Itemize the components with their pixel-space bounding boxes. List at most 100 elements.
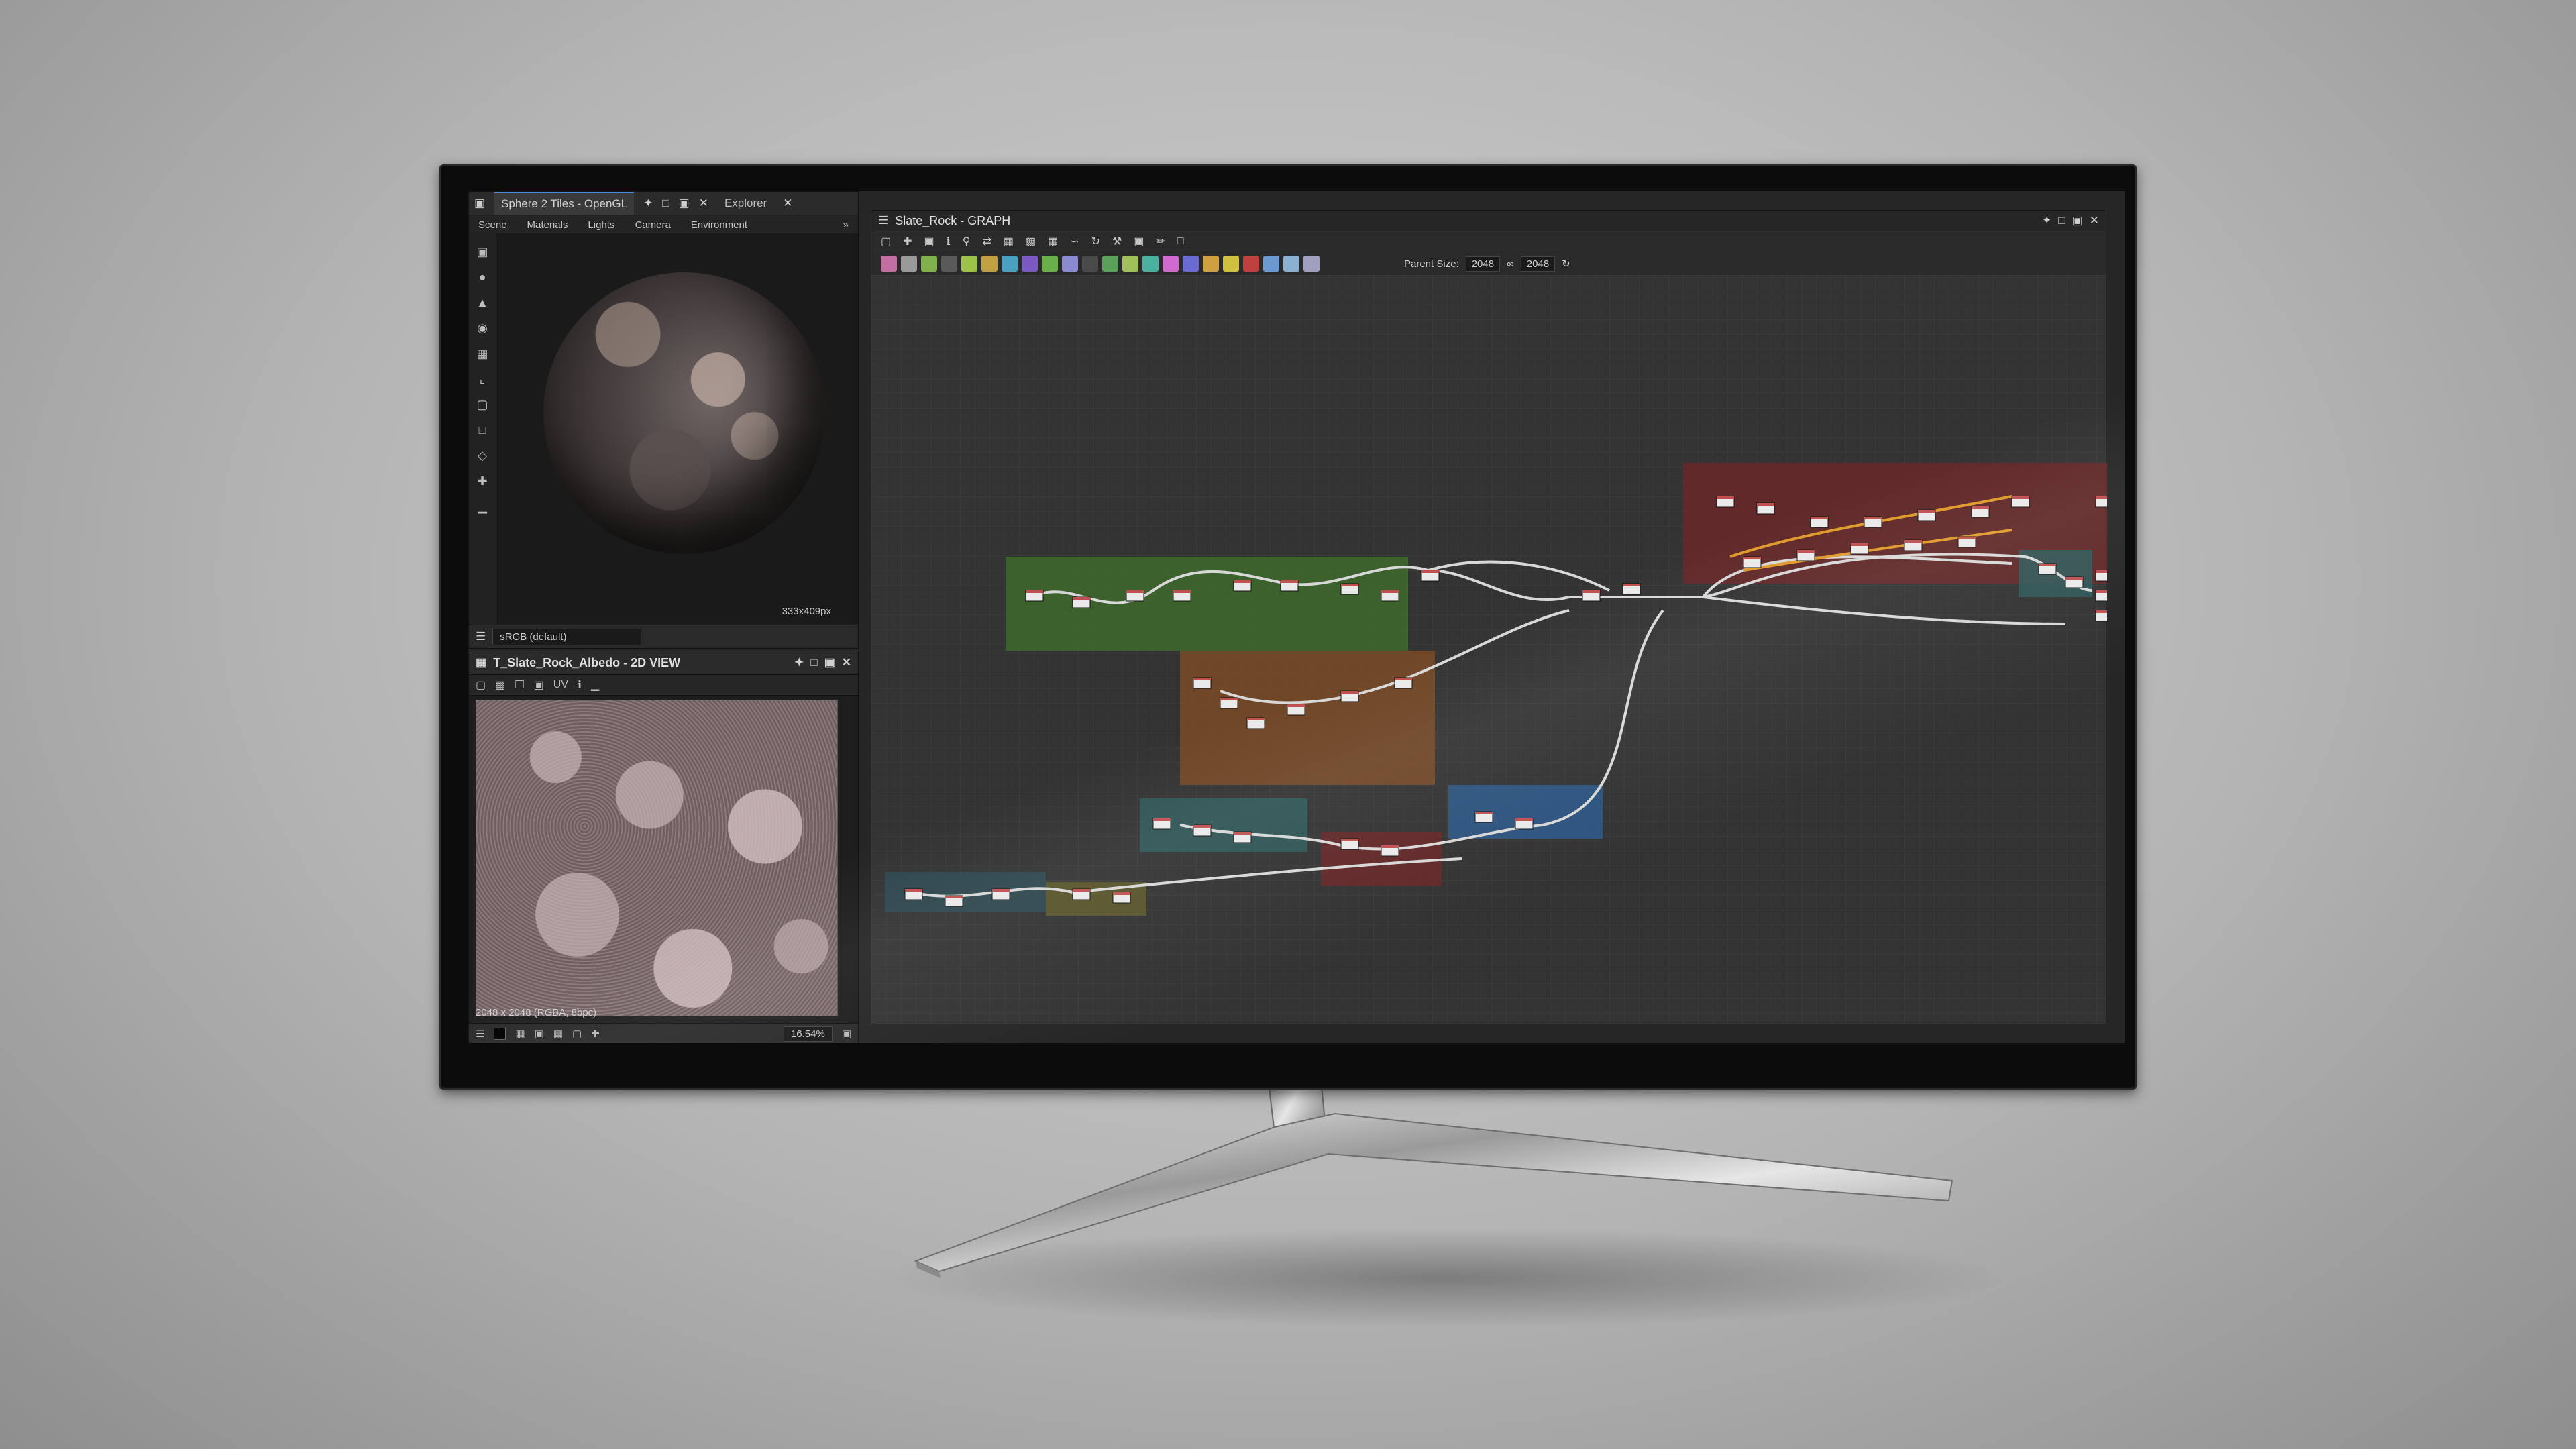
- graph-wire[interactable]: [1428, 569, 1570, 602]
- text-node-button[interactable]: [1223, 256, 1239, 272]
- move-icon[interactable]: ✚: [903, 235, 912, 248]
- uniform-node-button[interactable]: [921, 256, 937, 272]
- graph-canvas[interactable]: [871, 275, 2107, 1025]
- tab-explorer[interactable]: Explorer: [718, 193, 773, 214]
- pixel-node-button[interactable]: [1283, 256, 1299, 272]
- axis-icon[interactable]: ⌞: [474, 370, 491, 388]
- pin-icon[interactable]: ✦: [794, 656, 804, 669]
- uv-toggle[interactable]: UV: [553, 679, 568, 691]
- tile-node-button[interactable]: [1082, 256, 1098, 272]
- levels-node-button[interactable]: [981, 256, 998, 272]
- frame-orange[interactable]: [1180, 651, 1435, 785]
- pen-icon[interactable]: ✏: [1157, 235, 1165, 248]
- value-node-button[interactable]: [1303, 256, 1320, 272]
- wire-cube-icon[interactable]: □: [474, 421, 491, 439]
- gizmo-icon[interactable]: ✚: [474, 472, 491, 490]
- menu-materials[interactable]: Materials: [527, 219, 568, 231]
- menu-camera[interactable]: Camera: [635, 219, 670, 231]
- search-icon[interactable]: ⚲: [963, 235, 971, 248]
- export-icon[interactable]: ▣: [1134, 235, 1144, 248]
- maximize-icon[interactable]: ▣: [679, 197, 690, 210]
- pin-icon[interactable]: ✦: [643, 197, 653, 210]
- refresh-icon[interactable]: ↻: [1091, 235, 1100, 248]
- refresh-icon[interactable]: ↻: [1562, 258, 1570, 270]
- histogram-icon[interactable]: ▁: [474, 498, 491, 515]
- lock-icon[interactable]: ▣: [842, 1028, 851, 1040]
- warp-node-button[interactable]: [1062, 256, 1078, 272]
- light-icon[interactable]: ●: [474, 268, 491, 286]
- grid-icon[interactable]: ▦: [1048, 235, 1058, 248]
- close-icon[interactable]: ✕: [783, 197, 792, 210]
- frame-blue[interactable]: [1448, 785, 1603, 839]
- float-icon[interactable]: □: [662, 197, 669, 210]
- normal-node-button[interactable]: [1002, 256, 1018, 272]
- float-icon[interactable]: □: [810, 656, 817, 669]
- tile-icon[interactable]: ▦: [553, 1028, 563, 1040]
- tool-icon[interactable]: ⚒: [1112, 235, 1122, 248]
- graph-wire[interactable]: [1703, 596, 2066, 625]
- link-icon[interactable]: ⇄: [982, 235, 991, 248]
- graph-wire[interactable]: [1428, 560, 1610, 592]
- filter-node-button[interactable]: [1142, 256, 1159, 272]
- zoom-field[interactable]: 16.54%: [783, 1026, 833, 1042]
- color-icon[interactable]: ▣: [535, 1028, 544, 1040]
- export-icon[interactable]: ▢: [476, 678, 486, 692]
- align-icon[interactable]: ▦: [1004, 235, 1014, 248]
- menu-lights[interactable]: Lights: [588, 219, 614, 231]
- output-node-button[interactable]: [1243, 256, 1259, 272]
- close-icon[interactable]: ✕: [2090, 214, 2099, 227]
- cube-icon[interactable]: ▢: [474, 396, 491, 413]
- layout-icon[interactable]: ▩: [1026, 235, 1036, 248]
- pin-icon[interactable]: ✦: [2042, 214, 2051, 227]
- size-select[interactable]: 2048: [1520, 256, 1556, 272]
- gradient-node-button[interactable]: [1042, 256, 1058, 272]
- parent-size-select[interactable]: 2048: [1465, 256, 1501, 272]
- transform-node-button[interactable]: [1022, 256, 1038, 272]
- maximize-icon[interactable]: ▣: [824, 656, 835, 669]
- background-swatch[interactable]: [494, 1028, 506, 1040]
- blend-node-button[interactable]: [941, 256, 957, 272]
- tab-viewport-3d[interactable]: Sphere 2 Tiles - OpenGL: [494, 192, 635, 215]
- copy-icon[interactable]: ❐: [515, 678, 524, 692]
- overflow-icon[interactable]: »: [843, 219, 849, 231]
- info-icon[interactable]: ℹ: [947, 235, 951, 248]
- float-icon[interactable]: □: [2058, 214, 2065, 227]
- crosshair-icon[interactable]: ✚: [591, 1028, 600, 1040]
- menu-environment[interactable]: Environment: [691, 219, 747, 231]
- viewport-3d-canvas[interactable]: 333x409px: [496, 233, 858, 624]
- checker-icon[interactable]: ▦: [515, 1028, 525, 1040]
- curve-icon[interactable]: ∽: [1070, 235, 1079, 248]
- camera-icon[interactable]: ▣: [924, 235, 934, 248]
- menu-scene[interactable]: Scene: [478, 219, 507, 231]
- frame-red[interactable]: [1321, 832, 1442, 885]
- save-icon[interactable]: ▩: [495, 678, 505, 692]
- albedo-texture[interactable]: [476, 700, 838, 1016]
- channel-icon[interactable]: ▣: [534, 678, 544, 692]
- grid-icon[interactable]: ▦: [474, 345, 491, 362]
- frame-icon[interactable]: ▢: [881, 235, 891, 248]
- fit-icon[interactable]: ▢: [572, 1028, 582, 1040]
- close-icon[interactable]: ✕: [699, 197, 708, 210]
- noise-node-button[interactable]: [1102, 256, 1118, 272]
- colorspace-select[interactable]: sRGB (default): [492, 628, 642, 645]
- emboss-node-button[interactable]: [1203, 256, 1219, 272]
- bitmap-node-button[interactable]: [881, 256, 897, 272]
- camera-icon[interactable]: ▣: [474, 243, 491, 260]
- select-icon[interactable]: □: [1177, 235, 1184, 248]
- info-icon[interactable]: ℹ: [578, 678, 582, 692]
- hsl-node-button[interactable]: [1183, 256, 1199, 272]
- color-node-button[interactable]: [1163, 256, 1179, 272]
- pattern-node-button[interactable]: [1122, 256, 1138, 272]
- fx-node-button[interactable]: [1263, 256, 1279, 272]
- layers-icon[interactable]: ☰: [476, 630, 486, 643]
- plane-icon[interactable]: ◇: [474, 447, 491, 464]
- node-graph[interactable]: [871, 275, 2107, 1025]
- maximize-icon[interactable]: ▣: [2072, 214, 2083, 227]
- environment-icon[interactable]: ▲: [474, 294, 491, 311]
- render-icon[interactable]: ◉: [474, 319, 491, 337]
- graph-wire[interactable]: [1407, 609, 1570, 679]
- close-icon[interactable]: ✕: [842, 656, 851, 669]
- curve-node-button[interactable]: [961, 256, 977, 272]
- histogram-icon[interactable]: ▁: [591, 678, 599, 692]
- svg-node-button[interactable]: [901, 256, 917, 272]
